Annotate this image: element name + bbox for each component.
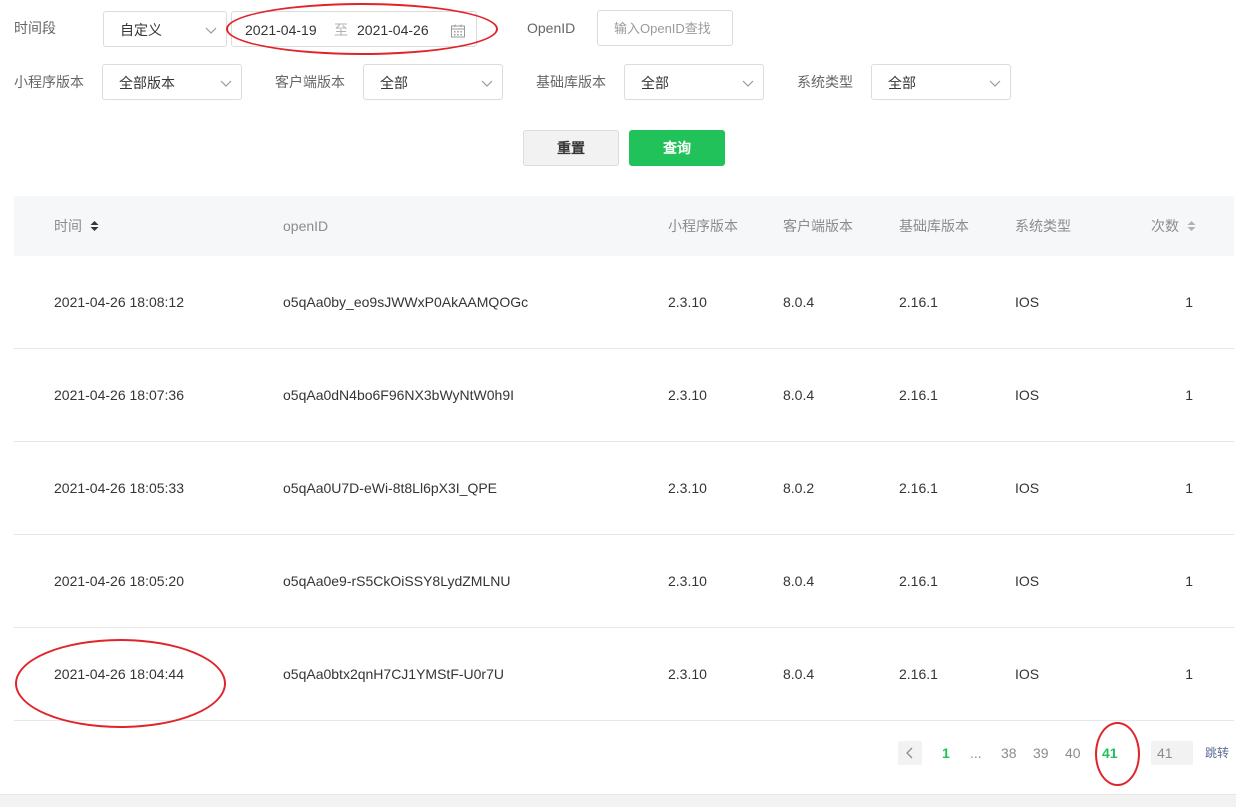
column-header-client-version: 客户端版本 (783, 218, 853, 234)
time-mode-value: 自定义 (120, 22, 162, 38)
chevron-down-icon (989, 80, 1001, 87)
cell-lib-version: 2.16.1 (899, 573, 938, 589)
cell-openid: o5qAa0btx2qnH7CJ1YMStF-U0r7U (283, 666, 504, 682)
date-end[interactable]: 2021-04-26 (357, 20, 429, 40)
cell-openid: o5qAa0U7D-eWi-8t8Ll6pX3I_QPE (283, 480, 498, 496)
table-row: 2021-04-26 18:05:20 o5qAa0e9-rS5CkOiSSY8… (14, 535, 1234, 628)
cell-mp-version: 2.3.10 (668, 666, 707, 682)
column-header-count-label: 次数 (1151, 218, 1179, 234)
jump-page-field[interactable] (1151, 741, 1193, 765)
cell-time: 2021-04-26 18:07:36 (54, 387, 184, 403)
cell-time: 2021-04-26 18:08:12 (54, 294, 184, 310)
cell-openid: o5qAa0dN4bo6F96NX3bWyNtW0h9I (283, 387, 515, 403)
cell-os-type: IOS (1015, 573, 1040, 589)
mp-version-value: 全部版本 (119, 75, 175, 91)
cell-os-type: IOS (1015, 666, 1040, 682)
client-version-select[interactable]: 全部 (363, 64, 503, 100)
lib-version-select[interactable]: 全部 (624, 64, 764, 100)
cell-mp-version: 2.3.10 (668, 294, 707, 310)
reset-button[interactable]: 重置 (523, 130, 619, 166)
cell-count: 1 (1185, 480, 1193, 496)
table-row: 2021-04-26 18:08:12 o5qAa0by_eo9sJWWxP0A… (14, 256, 1234, 349)
page-ellipsis: ... (970, 745, 982, 761)
column-header-count[interactable]: 次数 (1151, 216, 1196, 236)
column-header-time[interactable]: 时间 (54, 216, 99, 236)
bottom-bar (0, 794, 1236, 807)
sort-icon[interactable] (1187, 220, 1196, 232)
query-button[interactable]: 查询 (629, 130, 725, 166)
column-header-lib-version: 基础库版本 (899, 218, 969, 234)
date-range-picker[interactable]: 2021-04-19 至 2021-04-26 (231, 11, 477, 47)
page-41-current[interactable]: 41 (1102, 743, 1118, 763)
page-40[interactable]: 40 (1065, 743, 1081, 763)
os-type-label: 系统类型 (797, 74, 853, 90)
table-row: 2021-04-26 18:07:36 o5qAa0dN4bo6F96NX3bW… (14, 349, 1234, 442)
cell-client-version: 8.0.2 (783, 480, 815, 496)
table-row: 2021-04-26 18:04:44 o5qAa0btx2qnH7CJ1YMS… (14, 628, 1234, 721)
cell-count: 1 (1185, 294, 1193, 310)
chevron-down-icon (742, 80, 754, 87)
cell-client-version: 8.0.4 (783, 666, 815, 682)
page-38[interactable]: 38 (1001, 743, 1017, 763)
cell-client-version: 8.0.4 (783, 387, 815, 403)
openid-label: OpenID (527, 20, 576, 36)
cell-client-version: 8.0.4 (783, 573, 815, 589)
column-header-openid: openID (283, 218, 329, 234)
cell-lib-version: 2.16.1 (899, 387, 938, 403)
cell-count: 1 (1185, 666, 1193, 682)
time-mode-select[interactable]: 自定义 (103, 11, 227, 47)
cell-openid: o5qAa0by_eo9sJWWxP0AkAAMQOGc (283, 294, 529, 310)
date-start[interactable]: 2021-04-19 (245, 20, 317, 40)
openid-search-input[interactable] (598, 11, 732, 45)
cell-mp-version: 2.3.10 (668, 387, 707, 403)
page-1[interactable]: 1 (942, 743, 950, 763)
cell-time: 2021-04-26 18:05:20 (54, 573, 184, 589)
table-row: 2021-04-26 18:05:33 o5qAa0U7D-eWi-8t8Ll6… (14, 442, 1234, 535)
table-header: 时间 openID 小程序版本 客户端版本 基础库版本 系统类型 次数 (14, 196, 1234, 256)
os-type-select[interactable]: 全部 (871, 64, 1011, 100)
os-type-value: 全部 (888, 75, 916, 91)
cell-lib-version: 2.16.1 (899, 294, 938, 310)
cell-os-type: IOS (1015, 480, 1040, 496)
chevron-left-icon (906, 747, 913, 759)
date-separator: 至 (334, 22, 348, 38)
cell-client-version: 8.0.4 (783, 294, 815, 310)
jump-page-input[interactable] (1151, 741, 1193, 765)
column-header-mp-version: 小程序版本 (668, 218, 738, 234)
cell-count: 1 (1185, 387, 1193, 403)
jump-button[interactable]: 跳转 (1205, 744, 1229, 762)
openid-search-field[interactable] (597, 10, 733, 46)
client-version-label: 客户端版本 (275, 74, 345, 90)
cell-os-type: IOS (1015, 294, 1040, 310)
cell-time: 2021-04-26 18:05:33 (54, 480, 184, 496)
client-version-value: 全部 (380, 75, 408, 91)
cell-mp-version: 2.3.10 (668, 573, 707, 589)
column-header-time-label: 时间 (54, 218, 82, 234)
cell-openid: o5qAa0e9-rS5CkOiSSY8LydZMLNU (283, 573, 511, 589)
mp-version-label: 小程序版本 (14, 74, 84, 90)
chevron-down-icon (220, 80, 232, 87)
cell-lib-version: 2.16.1 (899, 480, 938, 496)
mp-version-select[interactable]: 全部版本 (102, 64, 242, 100)
cell-lib-version: 2.16.1 (899, 666, 938, 682)
chevron-down-icon (205, 27, 217, 34)
lib-version-label: 基础库版本 (536, 74, 606, 90)
sort-icon[interactable] (90, 220, 99, 232)
calendar-icon (451, 24, 465, 38)
cell-time: 2021-04-26 18:04:44 (54, 666, 184, 682)
cell-mp-version: 2.3.10 (668, 480, 707, 496)
cell-os-type: IOS (1015, 387, 1040, 403)
cell-count: 1 (1185, 573, 1193, 589)
chevron-down-icon (481, 80, 493, 87)
prev-page-button[interactable] (898, 741, 922, 765)
page-39[interactable]: 39 (1033, 743, 1049, 763)
time-range-label: 时间段 (14, 20, 56, 36)
column-header-os-type: 系统类型 (1015, 218, 1071, 234)
lib-version-value: 全部 (641, 75, 669, 91)
